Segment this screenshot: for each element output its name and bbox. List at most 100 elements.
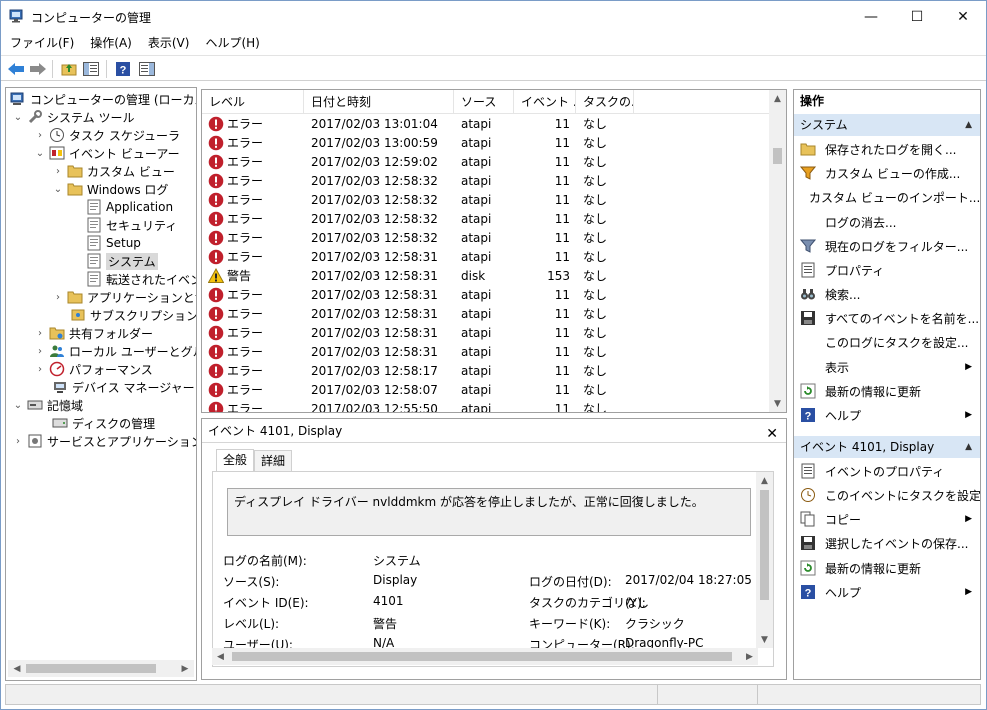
event-row[interactable]: エラー 2017/02/03 12:58:32 atapi 11 なし — [202, 209, 772, 228]
tree-item-log-security[interactable]: セキュリティ — [86, 216, 177, 234]
tree-item-log-setup[interactable]: Setup — [86, 234, 141, 252]
log-name-value[interactable]: システム — [373, 552, 421, 569]
logged-date-value[interactable]: 2017/02/04 18:27:05 — [625, 573, 752, 587]
show-action-pane-icon[interactable] — [137, 60, 157, 78]
event-row[interactable]: エラー 2017/02/03 12:55:50 atapi 11 なし — [202, 399, 772, 412]
tree-item-log-application[interactable]: Application — [86, 198, 173, 216]
action-filter-current-log[interactable]: 現在のログをフィルター... — [794, 234, 980, 258]
action-copy[interactable]: コピー ▶ — [794, 507, 980, 531]
level-value[interactable]: 警告 — [373, 615, 397, 632]
tree-item-custom-views[interactable]: › カスタム ビュー — [52, 162, 175, 180]
task-category-value[interactable]: なし — [625, 594, 649, 611]
tree-item-windows-logs[interactable]: ⌄ Windows ログ — [52, 180, 169, 198]
maximize-button[interactable]: ☐ — [894, 1, 940, 32]
menu-file[interactable]: ファイル(F) — [1, 32, 82, 54]
action-view[interactable]: 表示 ▶ — [794, 355, 980, 379]
tree-item-storage[interactable]: ⌄ 記憶域 — [12, 396, 83, 414]
tree-item-shared-folders[interactable]: › 共有フォルダー — [34, 324, 153, 342]
up-folder-icon[interactable] — [59, 60, 79, 78]
event-row[interactable]: エラー 2017/02/03 13:00:59 atapi 11 なし — [202, 133, 772, 152]
scroll-thumb[interactable] — [232, 652, 732, 661]
scroll-thumb[interactable] — [760, 490, 769, 600]
tree-item-subscriptions[interactable]: サブスクリプション — [70, 306, 196, 324]
chevron-down-icon[interactable]: ⌄ — [34, 147, 46, 159]
tree-item-disk-management[interactable]: ディスクの管理 — [52, 414, 155, 432]
chevron-up-icon[interactable]: ▲ — [965, 436, 972, 458]
column-header-task[interactable]: タスクの... — [576, 90, 634, 114]
menu-action[interactable]: 操作(A) — [82, 32, 140, 54]
menu-view[interactable]: 表示(V) — [140, 32, 198, 54]
detail-vertical-scrollbar[interactable]: ▲ ▼ — [756, 472, 773, 648]
action-find[interactable]: 検索... — [794, 282, 980, 306]
tree-item-system-tools[interactable]: ⌄ システム ツール — [12, 108, 134, 126]
action-event-refresh[interactable]: 最新の情報に更新 — [794, 556, 980, 580]
actions-section-event[interactable]: イベント 4101, Display ▲ — [794, 436, 980, 458]
tree-item-root[interactable]: コンピューターの管理 (ローカル) — [10, 90, 196, 108]
chevron-right-icon[interactable]: › — [52, 165, 64, 177]
event-row[interactable]: 警告 2017/02/03 12:58:31 disk 153 なし — [202, 266, 772, 285]
scroll-down-arrow-icon[interactable]: ▼ — [769, 395, 786, 412]
action-create-custom-view[interactable]: カスタム ビューの作成... — [794, 161, 980, 185]
action-attach-task-to-event[interactable]: このイベントにタスクを設定... — [794, 483, 980, 507]
action-event-properties[interactable]: イベントのプロパティ — [794, 459, 980, 483]
event-row[interactable]: エラー 2017/02/03 12:58:31 atapi 11 なし — [202, 304, 772, 323]
help-icon[interactable]: ? — [113, 60, 133, 78]
close-icon[interactable]: ✕ — [766, 422, 778, 446]
event-row[interactable]: エラー 2017/02/03 12:58:07 atapi 11 なし — [202, 380, 772, 399]
tree-item-apps-services[interactable]: › アプリケーションとサービ — [52, 288, 196, 306]
chevron-right-icon[interactable]: › — [12, 435, 24, 447]
event-row[interactable]: エラー 2017/02/03 12:58:31 atapi 11 なし — [202, 285, 772, 304]
keywords-value[interactable]: クラシック — [625, 615, 685, 632]
chevron-down-icon[interactable]: ⌄ — [52, 183, 64, 195]
show-hide-tree-icon[interactable] — [81, 60, 101, 78]
close-button[interactable]: ✕ — [940, 1, 986, 32]
tree-item-log-system[interactable]: システム — [86, 252, 158, 270]
column-header-source[interactable]: ソース — [454, 90, 514, 114]
event-id-value[interactable]: 4101 — [373, 594, 404, 608]
event-row[interactable]: エラー 2017/02/03 13:01:04 atapi 11 なし — [202, 114, 772, 133]
action-help[interactable]: ? ヘルプ ▶ — [794, 403, 980, 427]
chevron-down-icon[interactable]: ⌄ — [12, 111, 24, 123]
event-row[interactable]: エラー 2017/02/03 12:58:32 atapi 11 なし — [202, 171, 772, 190]
column-header-event-id[interactable]: イベント ... — [514, 90, 576, 114]
event-message[interactable]: ディスプレイ ドライバー nvlddmkm が応答を停止しましたが、正常に回復し… — [227, 488, 751, 536]
action-save-selected-events[interactable]: 選択したイベントの保存... — [794, 531, 980, 555]
chevron-down-icon[interactable]: ⌄ — [12, 399, 24, 411]
event-row[interactable]: エラー 2017/02/03 12:58:31 atapi 11 なし — [202, 342, 772, 361]
scroll-left-arrow-icon[interactable]: ◀ — [212, 648, 229, 665]
column-header-date[interactable]: 日付と時刻 — [304, 90, 454, 114]
back-arrow-icon[interactable] — [6, 60, 26, 78]
tree-item-performance[interactable]: › パフォーマンス — [34, 360, 153, 378]
event-row[interactable]: エラー 2017/02/03 12:58:32 atapi 11 なし — [202, 190, 772, 209]
tree-item-event-viewer[interactable]: ⌄ イベント ビューアー — [34, 144, 180, 162]
chevron-up-icon[interactable]: ▲ — [965, 114, 972, 136]
scroll-up-arrow-icon[interactable]: ▲ — [756, 472, 773, 489]
menu-help[interactable]: ヘルプ(H) — [197, 32, 267, 54]
event-row[interactable]: エラー 2017/02/03 12:59:02 atapi 11 なし — [202, 152, 772, 171]
action-open-saved-log[interactable]: 保存されたログを開く... — [794, 137, 980, 161]
action-refresh[interactable]: 最新の情報に更新 — [794, 379, 980, 403]
chevron-right-icon[interactable]: › — [34, 327, 46, 339]
scroll-down-arrow-icon[interactable]: ▼ — [756, 631, 773, 648]
action-attach-task-to-log[interactable]: このログにタスクを設定... — [794, 330, 980, 354]
chevron-right-icon[interactable]: › — [52, 291, 64, 303]
scroll-left-arrow-icon[interactable]: ◀ — [10, 660, 24, 677]
event-row[interactable]: エラー 2017/02/03 12:58:32 atapi 11 なし — [202, 228, 772, 247]
tree-item-services-apps[interactable]: › サービスとアプリケーション — [12, 432, 196, 450]
tree-item-device-manager[interactable]: デバイス マネージャー — [52, 378, 195, 396]
event-list-vertical-scrollbar[interactable]: ▲ ▼ — [769, 90, 786, 412]
forward-arrow-icon[interactable] — [28, 60, 48, 78]
action-import-custom-view[interactable]: カスタム ビューのインポート... — [794, 185, 980, 209]
tree-horizontal-scrollbar[interactable]: ◀ ▶ — [8, 660, 194, 677]
event-row[interactable]: エラー 2017/02/03 12:58:31 atapi 11 なし — [202, 247, 772, 266]
scroll-thumb[interactable] — [26, 664, 156, 673]
tree-item-task-scheduler[interactable]: › タスク スケジューラ — [34, 126, 180, 144]
scroll-right-arrow-icon[interactable]: ▶ — [178, 660, 192, 677]
column-header-level[interactable]: レベル — [202, 90, 304, 114]
tab-general[interactable]: 全般 — [216, 449, 255, 471]
event-row[interactable]: エラー 2017/02/03 12:58:17 atapi 11 なし — [202, 361, 772, 380]
action-save-all-events[interactable]: すべてのイベントを名前を... — [794, 306, 980, 330]
event-row[interactable]: エラー 2017/02/03 12:58:31 atapi 11 なし — [202, 323, 772, 342]
tree-item-log-forwarded[interactable]: 転送されたイベント — [86, 270, 196, 288]
source-value[interactable]: Display — [373, 573, 417, 587]
